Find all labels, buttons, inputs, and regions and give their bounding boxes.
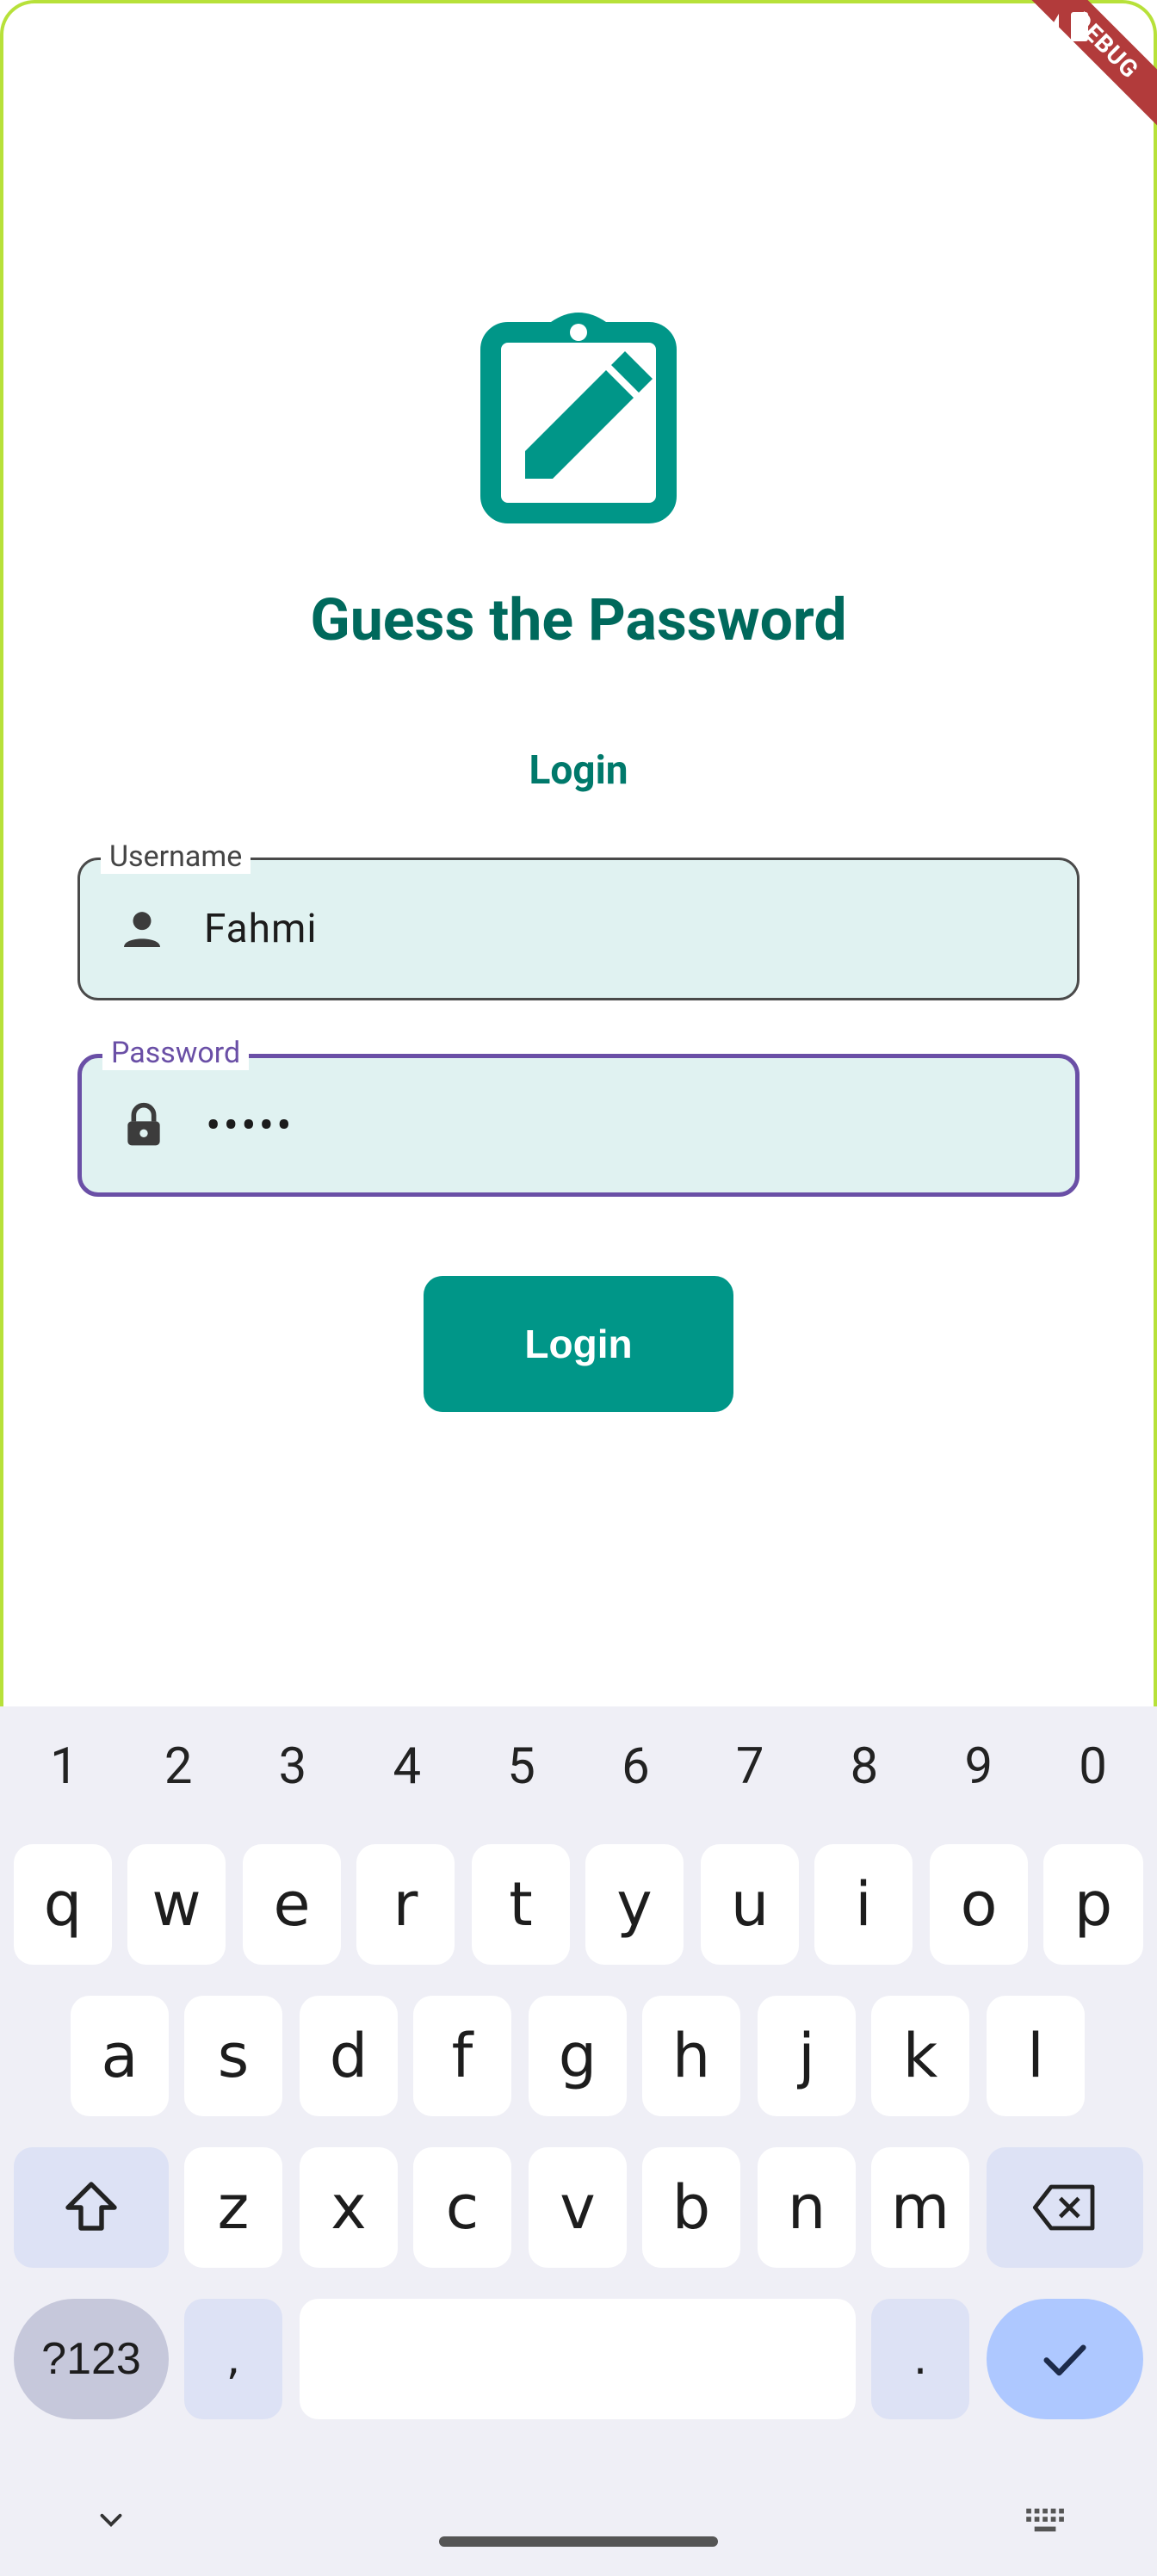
key-4[interactable]: 4 [364,1737,450,1796]
key-6[interactable]: 6 [592,1737,678,1796]
key-c[interactable]: c [413,2147,511,2268]
key-8[interactable]: 8 [821,1737,907,1796]
key-h[interactable]: h [642,1996,740,2116]
key-m[interactable]: m [871,2147,969,2268]
key-j[interactable]: j [758,1996,856,2116]
key-b[interactable]: b [642,2147,740,2268]
key-3[interactable]: 3 [250,1737,336,1796]
app-title: Guess the Password [310,585,847,654]
key-a[interactable]: a [71,1996,169,2116]
key-o[interactable]: o [930,1844,1028,1965]
login-button[interactable]: Login [424,1276,733,1412]
person-icon [124,912,160,947]
key-s[interactable]: s [184,1996,282,2116]
key-x[interactable]: x [300,2147,398,2268]
keyboard-icon[interactable] [1024,2504,1067,2536]
number-row: 1 2 3 4 5 6 7 8 9 0 [0,1706,1157,1827]
signal-icon [1043,14,1059,40]
lock-icon [127,1102,160,1146]
password-field[interactable]: Password ••••• [77,1036,1080,1197]
key-v[interactable]: v [529,2147,627,2268]
shift-icon [65,2182,117,2231]
key-l[interactable]: l [987,1996,1085,2116]
key-n[interactable]: n [758,2147,856,2268]
key-t[interactable]: t [472,1844,570,1965]
shift-key[interactable] [14,2147,169,2268]
status-bar [1043,12,1088,41]
keyboard-nav-bar [0,2473,1157,2576]
key-y[interactable]: y [585,1844,684,1965]
clipboard-edit-icon [480,313,677,523]
enter-key[interactable] [987,2299,1143,2419]
battery-icon [1071,12,1088,41]
backspace-icon [1032,2184,1095,2231]
chevron-down-icon[interactable] [93,2502,129,2538]
key-k[interactable]: k [871,1996,969,2116]
key-u[interactable]: u [701,1844,799,1965]
username-label: Username [101,839,251,874]
key-p[interactable]: p [1043,1844,1143,1965]
key-w[interactable]: w [127,1844,226,1965]
check-icon [1043,2344,1086,2376]
key-f[interactable]: f [413,1996,511,2116]
app-screen: DEBUG Guess the Password Login Username … [0,0,1157,2576]
key-g[interactable]: g [529,1996,627,2116]
gesture-handle[interactable] [439,2536,718,2547]
space-key[interactable] [300,2299,856,2419]
comma-key[interactable]: , [184,2299,282,2419]
period-key[interactable]: . [871,2299,969,2419]
username-field[interactable]: Username Fahmi [77,839,1080,1000]
backspace-key[interactable] [987,2147,1143,2268]
key-2[interactable]: 2 [135,1737,221,1796]
key-0[interactable]: 0 [1050,1737,1136,1796]
key-7[interactable]: 7 [707,1737,793,1796]
key-d[interactable]: d [300,1996,398,2116]
key-e[interactable]: e [243,1844,341,1965]
symbols-key[interactable]: ?123 [14,2299,169,2419]
key-i[interactable]: i [814,1844,913,1965]
key-9[interactable]: 9 [936,1737,1022,1796]
login-heading: Login [529,747,628,794]
key-q[interactable]: q [14,1844,112,1965]
username-value: Fahmi [204,906,318,952]
key-r[interactable]: r [356,1844,455,1965]
password-label: Password [102,1036,250,1070]
password-value: ••••• [206,1099,294,1152]
key-1[interactable]: 1 [21,1737,107,1796]
on-screen-keyboard: 1 2 3 4 5 6 7 8 9 0 q w e r t y u i o p … [0,1706,1157,2576]
key-5[interactable]: 5 [479,1737,565,1796]
key-z[interactable]: z [184,2147,282,2268]
